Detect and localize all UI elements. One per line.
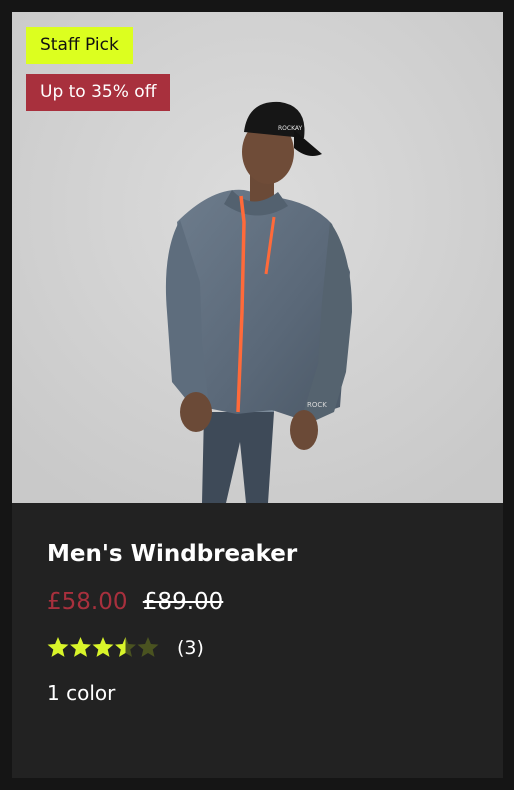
color-count[interactable]: 1 color (47, 681, 115, 705)
product-card[interactable]: ROCKAY ROCK Staff Pick Up to 35% off Men… (12, 12, 503, 778)
review-count[interactable]: (3) (177, 637, 204, 659)
sleeve-logo-text: ROCK (307, 401, 327, 409)
sale-badge: Up to 35% off (26, 74, 171, 111)
rating-stars (47, 636, 159, 660)
product-image[interactable]: ROCKAY ROCK Staff Pick Up to 35% off (12, 12, 503, 503)
original-price: £89.00 (142, 589, 224, 615)
cap-logo-text: ROCKAY (278, 125, 303, 132)
star-icon (92, 637, 114, 657)
sale-price: £58.00 (47, 589, 128, 615)
product-info: Men's Windbreaker £58.00 £89.00 (3) 1 co… (12, 503, 503, 778)
rating-row[interactable]: (3) (47, 635, 204, 661)
star-icon (115, 637, 136, 657)
price-row: £58.00 £89.00 (47, 589, 223, 615)
star-icon (47, 637, 69, 657)
star-icon (70, 637, 91, 657)
star-icon (137, 637, 159, 657)
staff-pick-badge: Staff Pick (26, 27, 133, 64)
product-title[interactable]: Men's Windbreaker (47, 541, 297, 567)
